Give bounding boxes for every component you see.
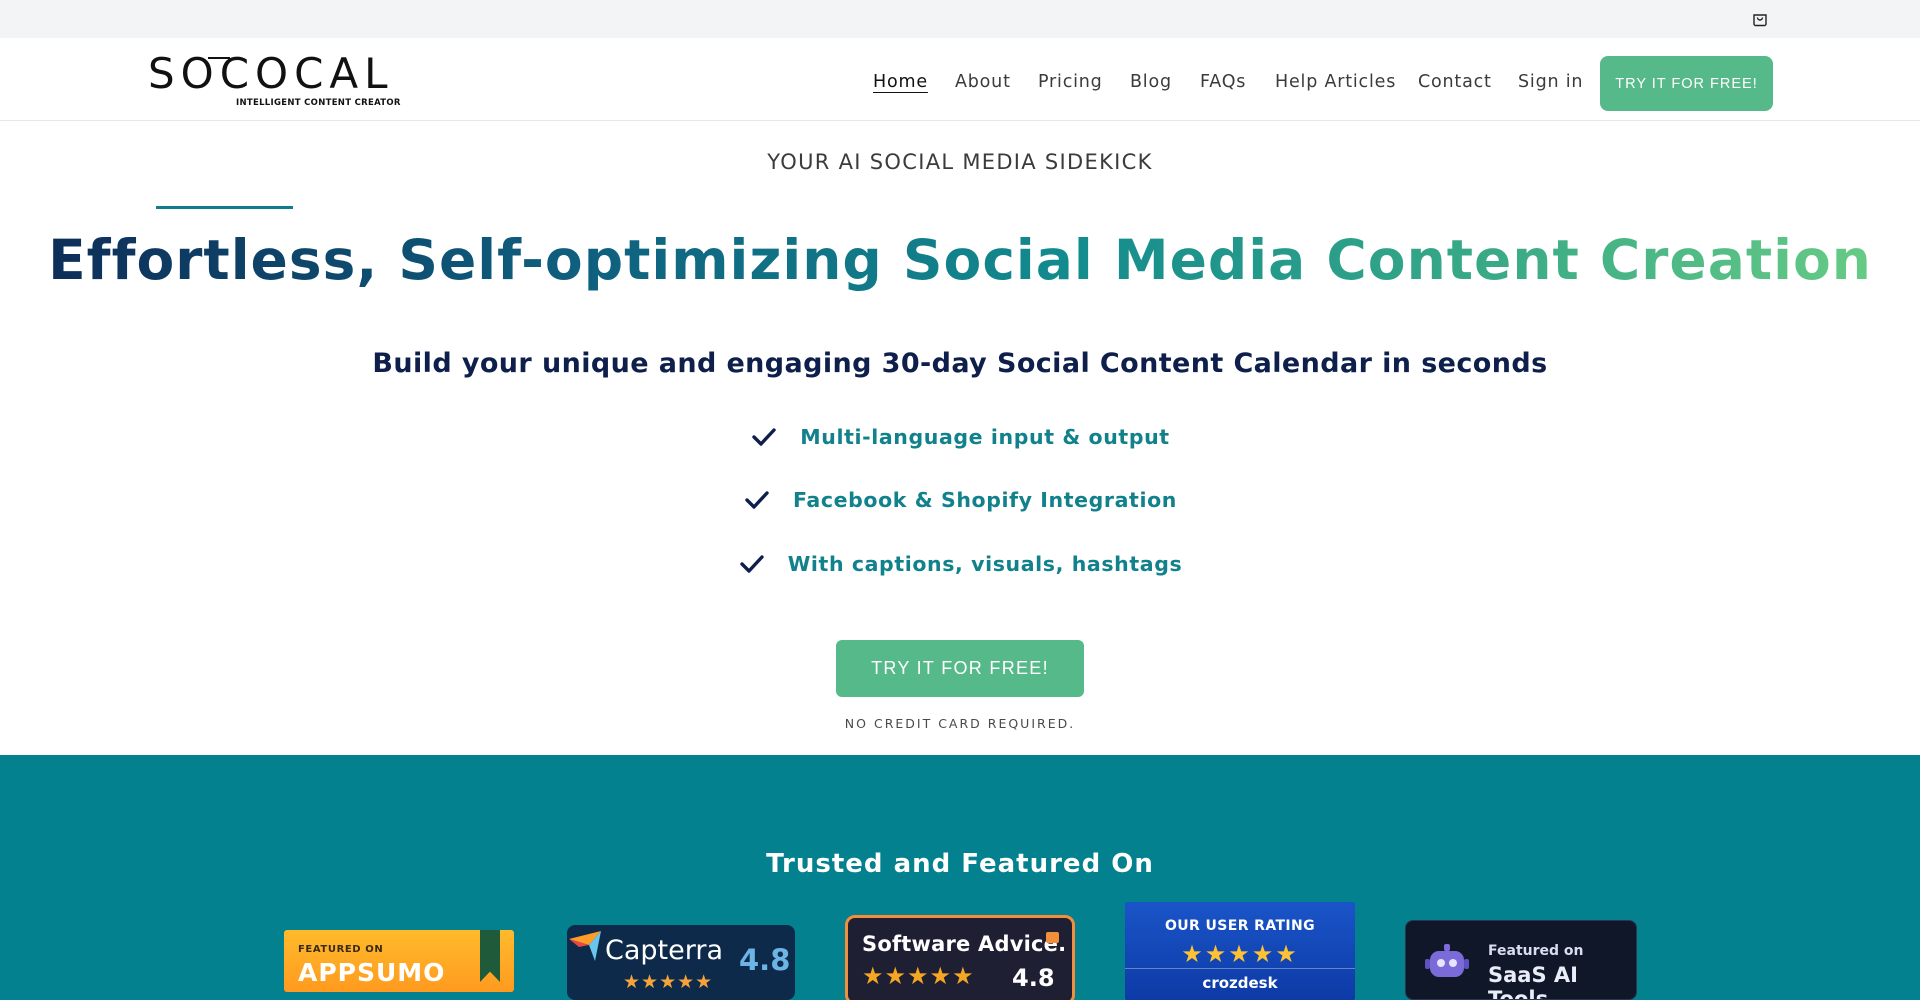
crozdesk-stars: ★★★★★ — [1181, 940, 1299, 968]
capterra-score: 4.8 — [739, 943, 791, 977]
hero-eyebrow: YOUR AI SOCIAL MEDIA SIDEKICK — [767, 150, 1153, 174]
feature-item: With captions, visuals, hashtags — [0, 547, 1920, 581]
nav-help-articles[interactable]: Help Articles — [1275, 72, 1396, 92]
saas-ai-tools-badge[interactable]: Featured on SaaS AI Tools — [1405, 920, 1637, 1000]
accent-divider — [156, 206, 293, 209]
nav-faqs[interactable]: FAQs — [1200, 72, 1246, 92]
utility-bar — [0, 0, 1920, 38]
nav-contact[interactable]: Contact — [1418, 72, 1492, 92]
header-try-free-button[interactable]: TRY IT FOR FREE! — [1600, 56, 1773, 111]
nav-home[interactable]: Home — [873, 72, 928, 92]
hero-subheadline: Build your unique and engaging 30-day So… — [372, 348, 1548, 379]
trusted-section: Trusted and Featured On FEATURED ON APPS… — [0, 755, 1920, 1000]
site-logo[interactable]: SOCOCAL INTELLIGENT CONTENT CREATOR — [148, 49, 412, 112]
no-credit-card-note: NO CREDIT CARD REQUIRED. — [844, 716, 1076, 731]
feature-item: Multi-language input & output — [0, 420, 1920, 454]
capterra-badge[interactable]: Capterra 4.8 ★★★★★ — [567, 925, 795, 1000]
capterra-stars: ★★★★★ — [623, 971, 714, 993]
saas-big-text: SaaS AI Tools — [1488, 963, 1578, 1000]
software-advice-stars: ★★★★★ — [862, 962, 975, 990]
software-advice-score: 4.8 — [1012, 964, 1055, 992]
checkmark-icon — [738, 550, 766, 578]
nav-sign-in[interactable]: Sign in — [1518, 72, 1583, 92]
ribbon-icon — [480, 930, 500, 982]
site-header: SOCOCAL INTELLIGENT CONTENT CREATOR Home… — [0, 38, 1920, 121]
software-advice-name: Software Advice. — [862, 932, 1067, 956]
nav-about[interactable]: About — [955, 72, 1011, 92]
nav-blog[interactable]: Blog — [1130, 72, 1172, 92]
feature-item: Facebook & Shopify Integration — [0, 483, 1920, 517]
checkmark-icon — [750, 423, 778, 451]
cart-icon — [1753, 14, 1767, 27]
capterra-name: Capterra — [605, 935, 724, 966]
robot-icon — [1425, 944, 1469, 977]
checkmark-icon — [743, 486, 771, 514]
speech-bubble-icon — [1046, 932, 1059, 943]
crozdesk-badge[interactable]: OUR USER RATING ★★★★★ crozdesk — [1125, 902, 1355, 1000]
crozdesk-brand: crozdesk — [1202, 974, 1278, 992]
feature-text: Facebook & Shopify Integration — [793, 488, 1177, 512]
feature-text: With captions, visuals, hashtags — [787, 552, 1183, 576]
crozdesk-label: OUR USER RATING — [1164, 918, 1316, 934]
crozdesk-divider — [1125, 968, 1355, 969]
cart-button[interactable] — [1750, 10, 1770, 28]
logo-tagline: INTELLIGENT CONTENT CREATOR — [236, 98, 401, 108]
trusted-title: Trusted and Featured On — [766, 849, 1154, 879]
hero-headline: Effortless, Self-optimizing Social Media… — [0, 228, 1920, 292]
feature-text: Multi-language input & output — [800, 425, 1170, 449]
appsumo-big-text: APPSUMO — [298, 958, 446, 987]
software-advice-badge[interactable]: Software Advice. ★★★★★ 4.8 — [845, 915, 1075, 1000]
capterra-logo-icon — [569, 931, 601, 961]
saas-small-text: Featured on — [1488, 943, 1584, 959]
appsumo-badge[interactable]: FEATURED ON APPSUMO — [284, 930, 514, 992]
logo-wordmark: SOCOCAL — [148, 49, 394, 98]
logo-macron — [208, 57, 230, 59]
nav-pricing[interactable]: Pricing — [1038, 72, 1103, 92]
hero-try-free-button[interactable]: TRY IT FOR FREE! — [836, 640, 1084, 697]
appsumo-small-text: FEATURED ON — [298, 944, 384, 955]
